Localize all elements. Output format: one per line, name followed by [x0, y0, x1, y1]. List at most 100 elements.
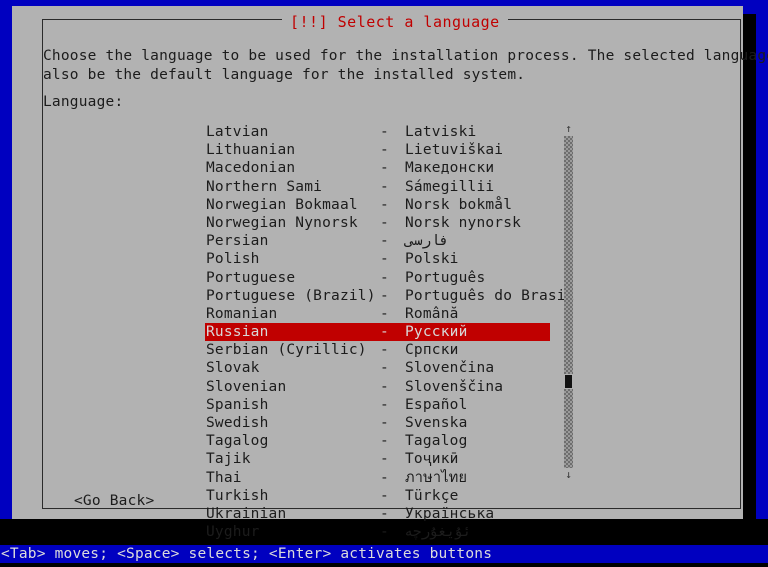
language-list-item[interactable]: Serbian (Cyrillic) - Српски	[205, 341, 550, 359]
language-name-native: Македонски	[405, 160, 495, 177]
language-label: Language:	[43, 94, 124, 110]
language-name-native: Српски	[405, 342, 459, 359]
language-list-item[interactable]: Swedish - Svenska	[205, 414, 550, 432]
language-name-native: Norsk bokmål	[405, 196, 513, 213]
language-name-native: Norsk nynorsk	[405, 214, 522, 231]
select-language-dialog: [!!] Select a language Choose the langua…	[12, 6, 768, 540]
language-name-english: Romanian	[206, 305, 278, 322]
language-separator: -	[380, 178, 389, 195]
language-list-item[interactable]: Tajik - Тоҷикӣ	[205, 450, 550, 468]
language-list-item[interactable]: Tagalog - Tagalog	[205, 432, 550, 450]
language-name-native: فارسی	[405, 233, 449, 250]
language-name-english: Swedish	[206, 415, 269, 431]
language-list-item[interactable]: Thai - ภาษาไทย	[205, 469, 550, 487]
scrollbar-thumb[interactable]	[565, 375, 572, 388]
language-name-english: Uyghur	[206, 524, 260, 541]
language-list-item[interactable]: Portuguese - Português	[205, 269, 550, 287]
language-name-native: Slovenščina	[405, 378, 504, 395]
language-name-native: Português	[405, 269, 486, 286]
language-name-english: Polish	[206, 251, 260, 268]
language-name-native: Türkçe	[405, 487, 459, 504]
language-separator: -	[380, 451, 389, 468]
language-list-item[interactable]: Slovenian - Slovenščina	[205, 378, 550, 396]
language-separator: -	[380, 196, 389, 213]
language-name-english: Northern Sami	[206, 178, 323, 195]
language-list-item[interactable]: Russian - Русский	[205, 323, 550, 342]
go-back-button[interactable]: <Go Back>	[74, 492, 154, 510]
language-list-item[interactable]: Spanish - Español	[205, 396, 550, 414]
language-name-english: Portuguese (Brazil)	[206, 287, 376, 304]
language-list-item[interactable]: Uyghur - ئۇيغۇرچە	[205, 523, 550, 541]
scroll-up-arrow-icon[interactable]: ↑	[563, 123, 574, 135]
description-text: Choose the language to be used for the i…	[43, 47, 768, 85]
language-name-native: ภาษาไทย	[405, 469, 468, 486]
bottom-black-strip	[0, 563, 768, 567]
language-list-item[interactable]: Persian - فارسی	[205, 232, 550, 250]
language-separator: -	[380, 305, 389, 322]
language-name-english: Latvian	[206, 124, 269, 140]
language-separator: -	[380, 142, 389, 159]
status-bar: <Tab> moves; <Space> selects; <Enter> ac…	[0, 545, 768, 563]
language-list-item[interactable]: Norwegian Bokmaal - Norsk bokmål	[205, 196, 550, 214]
language-name-english: Serbian (Cyrillic)	[206, 342, 367, 359]
language-name-native: ئۇيغۇرچە	[405, 524, 472, 541]
scrollbar-trough-upper[interactable]	[564, 136, 573, 374]
language-name-english: Russian	[206, 324, 269, 341]
status-bar-text: <Tab> moves; <Space> selects; <Enter> ac…	[1, 546, 493, 562]
language-name-english: Slovak	[206, 360, 260, 377]
page-title: [!!] Select a language	[290, 13, 500, 31]
language-list-item[interactable]: Ukrainian - Українська	[205, 505, 550, 523]
language-separator: -	[380, 378, 389, 395]
language-name-native: Română	[405, 305, 459, 322]
language-name-english: Norwegian Nynorsk	[206, 214, 358, 231]
language-separator: -	[380, 505, 389, 522]
language-name-native: Polski	[405, 251, 459, 268]
language-name-native: Latviski	[405, 124, 477, 140]
language-name-english: Macedonian	[206, 160, 296, 177]
language-name-english: Portuguese	[206, 269, 296, 286]
language-list-scrollbar[interactable]: ↑ ↓	[563, 123, 574, 481]
language-separator: -	[380, 433, 389, 450]
language-separator: -	[380, 469, 389, 486]
description-line-1: Choose the language to be used for the i…	[43, 48, 768, 64]
language-name-native: Lietuviškai	[405, 142, 504, 159]
language-list-item[interactable]: Norwegian Nynorsk - Norsk nynorsk	[205, 214, 550, 232]
language-list-item[interactable]: Polish - Polski	[205, 250, 550, 268]
language-list-item[interactable]: Northern Sami - Sámegillii	[205, 178, 550, 196]
language-name-english: Ukrainian	[206, 505, 287, 522]
language-list-item[interactable]: Latvian - Latviski	[205, 123, 550, 141]
language-name-native: Español	[405, 396, 468, 413]
language-separator: -	[380, 524, 389, 541]
language-list-item[interactable]: Portuguese (Brazil) - Português do Brasil	[205, 287, 574, 305]
scroll-down-arrow-icon[interactable]: ↓	[563, 469, 574, 481]
language-list-item[interactable]: Turkish - Türkçe	[205, 487, 550, 505]
language-name-english: Thai	[206, 469, 242, 486]
language-separator: -	[380, 360, 389, 377]
language-name-native: Українська	[405, 505, 495, 522]
language-separator: -	[380, 487, 389, 504]
language-name-native: Português do Brasil	[405, 287, 575, 304]
language-separator: -	[380, 214, 389, 231]
language-separator: -	[380, 269, 389, 286]
language-name-native: Tagalog	[405, 433, 468, 450]
language-list[interactable]: Latvian - Latviski Lithuanian - Lietuviškai Ma…	[205, 123, 574, 540]
language-name-native: Svenska	[405, 415, 468, 431]
language-name-english: Turkish	[206, 487, 269, 504]
language-separator: -	[380, 342, 389, 359]
language-name-native: Sámegillii	[405, 178, 495, 195]
language-separator: -	[380, 324, 389, 341]
language-separator: -	[380, 415, 389, 431]
language-separator: -	[380, 233, 389, 250]
language-list-item[interactable]: Slovak - Slovenčina	[205, 359, 550, 377]
language-name-native: Slovenčina	[405, 360, 495, 377]
language-separator: -	[380, 251, 389, 268]
dialog-title-bar: [!!] Select a language	[282, 12, 508, 32]
language-list-item[interactable]: Macedonian - Македонски	[205, 159, 550, 177]
scrollbar-trough-lower[interactable]	[564, 389, 573, 468]
language-name-english: Tajik	[206, 451, 251, 468]
language-list-item[interactable]: Lithuanian - Lietuviškai	[205, 141, 550, 159]
language-name-native: Русский	[405, 324, 468, 341]
language-list-item[interactable]: Romanian - Română	[205, 305, 550, 323]
language-name-native: Тоҷикӣ	[405, 451, 459, 468]
language-name-english: Spanish	[206, 396, 269, 413]
